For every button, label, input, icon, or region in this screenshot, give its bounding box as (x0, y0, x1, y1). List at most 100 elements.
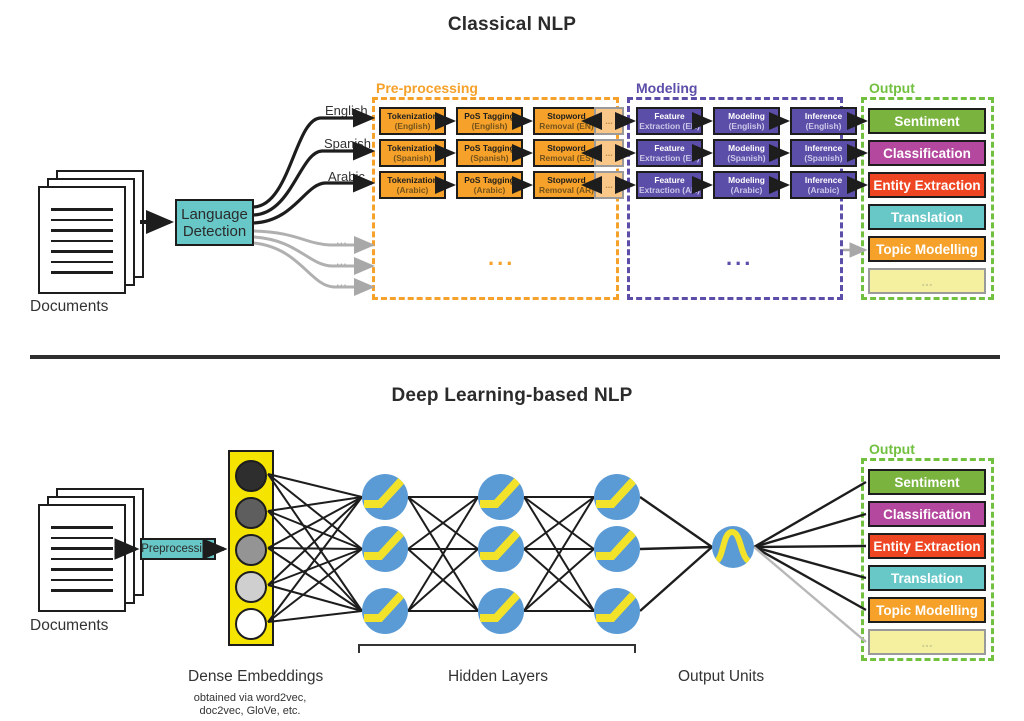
branch-label-english: English (325, 103, 368, 118)
stage-sub: (Arabic) (730, 185, 763, 195)
stage-pos-tagging-arabic[interactable]: PoS Tagging (Arabic) (456, 171, 523, 199)
output-ellipsis-classical: ... (868, 268, 986, 294)
branch-label-spanish: Spanish (324, 136, 371, 151)
stage-sub: (English) (471, 121, 508, 131)
output-entity-extraction-classical[interactable]: Entity Extraction (868, 172, 986, 198)
hidden-node-l1-3 (362, 588, 408, 634)
output-topic-modelling-classical[interactable]: Topic Modelling (868, 236, 986, 262)
output-unit-node (712, 526, 754, 568)
output-group-label-classical: Output (869, 80, 915, 96)
stage-sub: (English) (805, 121, 842, 131)
stage-stopword-removal-spanish[interactable]: Stopword Removal (ES) (533, 139, 600, 167)
output-label: Translation (890, 570, 963, 586)
stage-title: PoS Tagging (464, 142, 515, 153)
stage-title: Modeling (728, 142, 765, 153)
stage-sub: Removal (AR) (539, 185, 594, 195)
stage-title: Inference (804, 142, 843, 153)
hidden-node-l3-2 (594, 526, 640, 572)
deep-nlp-title: Deep Learning-based NLP (391, 385, 633, 406)
output-translation-classical[interactable]: Translation (868, 204, 986, 230)
stage-title: Feature (654, 110, 685, 121)
branch-label-faded-2: ... (336, 253, 347, 268)
output-sentiment-classical[interactable]: Sentiment (868, 108, 986, 134)
output-label: Translation (890, 209, 963, 225)
stage-title: Tokenization (387, 142, 438, 153)
modeling-ellipsis: ... (726, 245, 754, 270)
embedding-node-5 (235, 608, 267, 640)
stage-inference-spanish[interactable]: Inference (Spanish) (790, 139, 857, 167)
stage-feature-extraction-en[interactable]: Feature Extraction (EN) (636, 107, 703, 135)
hidden-layers-label: Hidden Layers (448, 668, 548, 685)
output-label: Entity Extraction (873, 177, 981, 193)
output-classification-deep[interactable]: Classification (868, 501, 986, 527)
hidden-node-l3-3 (594, 588, 640, 634)
stage-title: Feature (654, 142, 685, 153)
output-translation-deep[interactable]: Translation (868, 565, 986, 591)
stage-pos-tagging-spanish[interactable]: PoS Tagging (Spanish) (456, 139, 523, 167)
stage-tokenization-arabic[interactable]: Tokenization (Arabic) (379, 171, 446, 199)
stage-sub: (Spanish) (393, 153, 432, 163)
hidden-node-l2-3 (478, 588, 524, 634)
hidden-node-l2-2 (478, 526, 524, 572)
stage-modeling-spanish[interactable]: Modeling (Spanish) (713, 139, 780, 167)
hidden-node-l1-1 (362, 474, 408, 520)
stage-modeling-arabic[interactable]: Modeling (Arabic) (713, 171, 780, 199)
language-detection-line2: Detection (182, 222, 247, 240)
output-label: Topic Modelling (876, 602, 978, 618)
output-entity-extraction-deep[interactable]: Entity Extraction (868, 533, 986, 559)
output-label: Topic Modelling (876, 241, 978, 257)
stage-stopword-removal-english[interactable]: Stopword Removal (EN) (533, 107, 600, 135)
stage-title: Tokenization (387, 174, 438, 185)
stage-tokenization-spanish[interactable]: Tokenization (Spanish) (379, 139, 446, 167)
stage-sub: (Arabic) (396, 185, 429, 195)
stage-title: Modeling (728, 110, 765, 121)
dense-embeddings-column (228, 450, 274, 646)
stage-sub: (Arabic) (473, 185, 506, 195)
output-label: Classification (883, 506, 971, 522)
hidden-node-l2-1 (478, 474, 524, 520)
documents-label-deep: Documents (30, 617, 109, 634)
documents-label-classical: Documents (30, 298, 109, 315)
modeling-group-label: Modeling (636, 80, 698, 96)
stage-sub: (English) (394, 121, 431, 131)
stage-feature-extraction-es[interactable]: Feature Extraction (ES) (636, 139, 703, 167)
stage-title: ... (605, 179, 613, 190)
output-label: ... (921, 634, 933, 650)
stage-title: Modeling (728, 174, 765, 185)
stage-sub: (Spanish) (804, 153, 843, 163)
dense-embeddings-note: obtained via word2vec, doc2vec, GloVe, e… (180, 692, 320, 718)
preprocessing-box-deep[interactable]: Preprocessing (140, 538, 216, 560)
stage-ellipsis-arabic: ... (594, 171, 624, 199)
stage-title: ... (605, 115, 613, 126)
stage-inference-arabic[interactable]: Inference (Arabic) (790, 171, 857, 199)
stage-sub: (English) (728, 121, 765, 131)
stage-title: Inference (804, 174, 843, 185)
branch-label-faded-3: ... (336, 274, 347, 289)
stage-modeling-english[interactable]: Modeling (English) (713, 107, 780, 135)
stage-title: Inference (804, 110, 843, 121)
stage-stopword-removal-arabic[interactable]: Stopword Removal (AR) (533, 171, 600, 199)
stage-sub: (Spanish) (727, 153, 766, 163)
output-label: Sentiment (894, 474, 960, 490)
stage-tokenization-english[interactable]: Tokenization (English) (379, 107, 446, 135)
output-units-label: Output Units (678, 668, 765, 685)
hidden-node-l1-2 (362, 526, 408, 572)
dense-embeddings-label: Dense Embeddings (188, 668, 324, 685)
stage-pos-tagging-english[interactable]: PoS Tagging (English) (456, 107, 523, 135)
stage-title: PoS Tagging (464, 110, 515, 121)
language-detection-box[interactable]: Language Detection (175, 199, 254, 246)
stage-inference-english[interactable]: Inference (English) (790, 107, 857, 135)
output-classification-classical[interactable]: Classification (868, 140, 986, 166)
output-sentiment-deep[interactable]: Sentiment (868, 469, 986, 495)
output-label: Classification (883, 145, 971, 161)
stage-sub: (Spanish) (470, 153, 509, 163)
output-topic-modelling-deep[interactable]: Topic Modelling (868, 597, 986, 623)
stage-sub: Extraction (ES) (639, 153, 700, 163)
dense-embeddings-note-line2: doc2vec, GloVe, etc. (199, 705, 301, 717)
stage-sub: Removal (EN) (539, 121, 594, 131)
hidden-node-l3-1 (594, 474, 640, 520)
embedding-node-2 (235, 497, 267, 529)
preprocessing-label: Preprocessing (141, 543, 215, 555)
section-divider (30, 355, 1000, 359)
stage-feature-extraction-ar[interactable]: Feature Extraction (AR) (636, 171, 703, 199)
